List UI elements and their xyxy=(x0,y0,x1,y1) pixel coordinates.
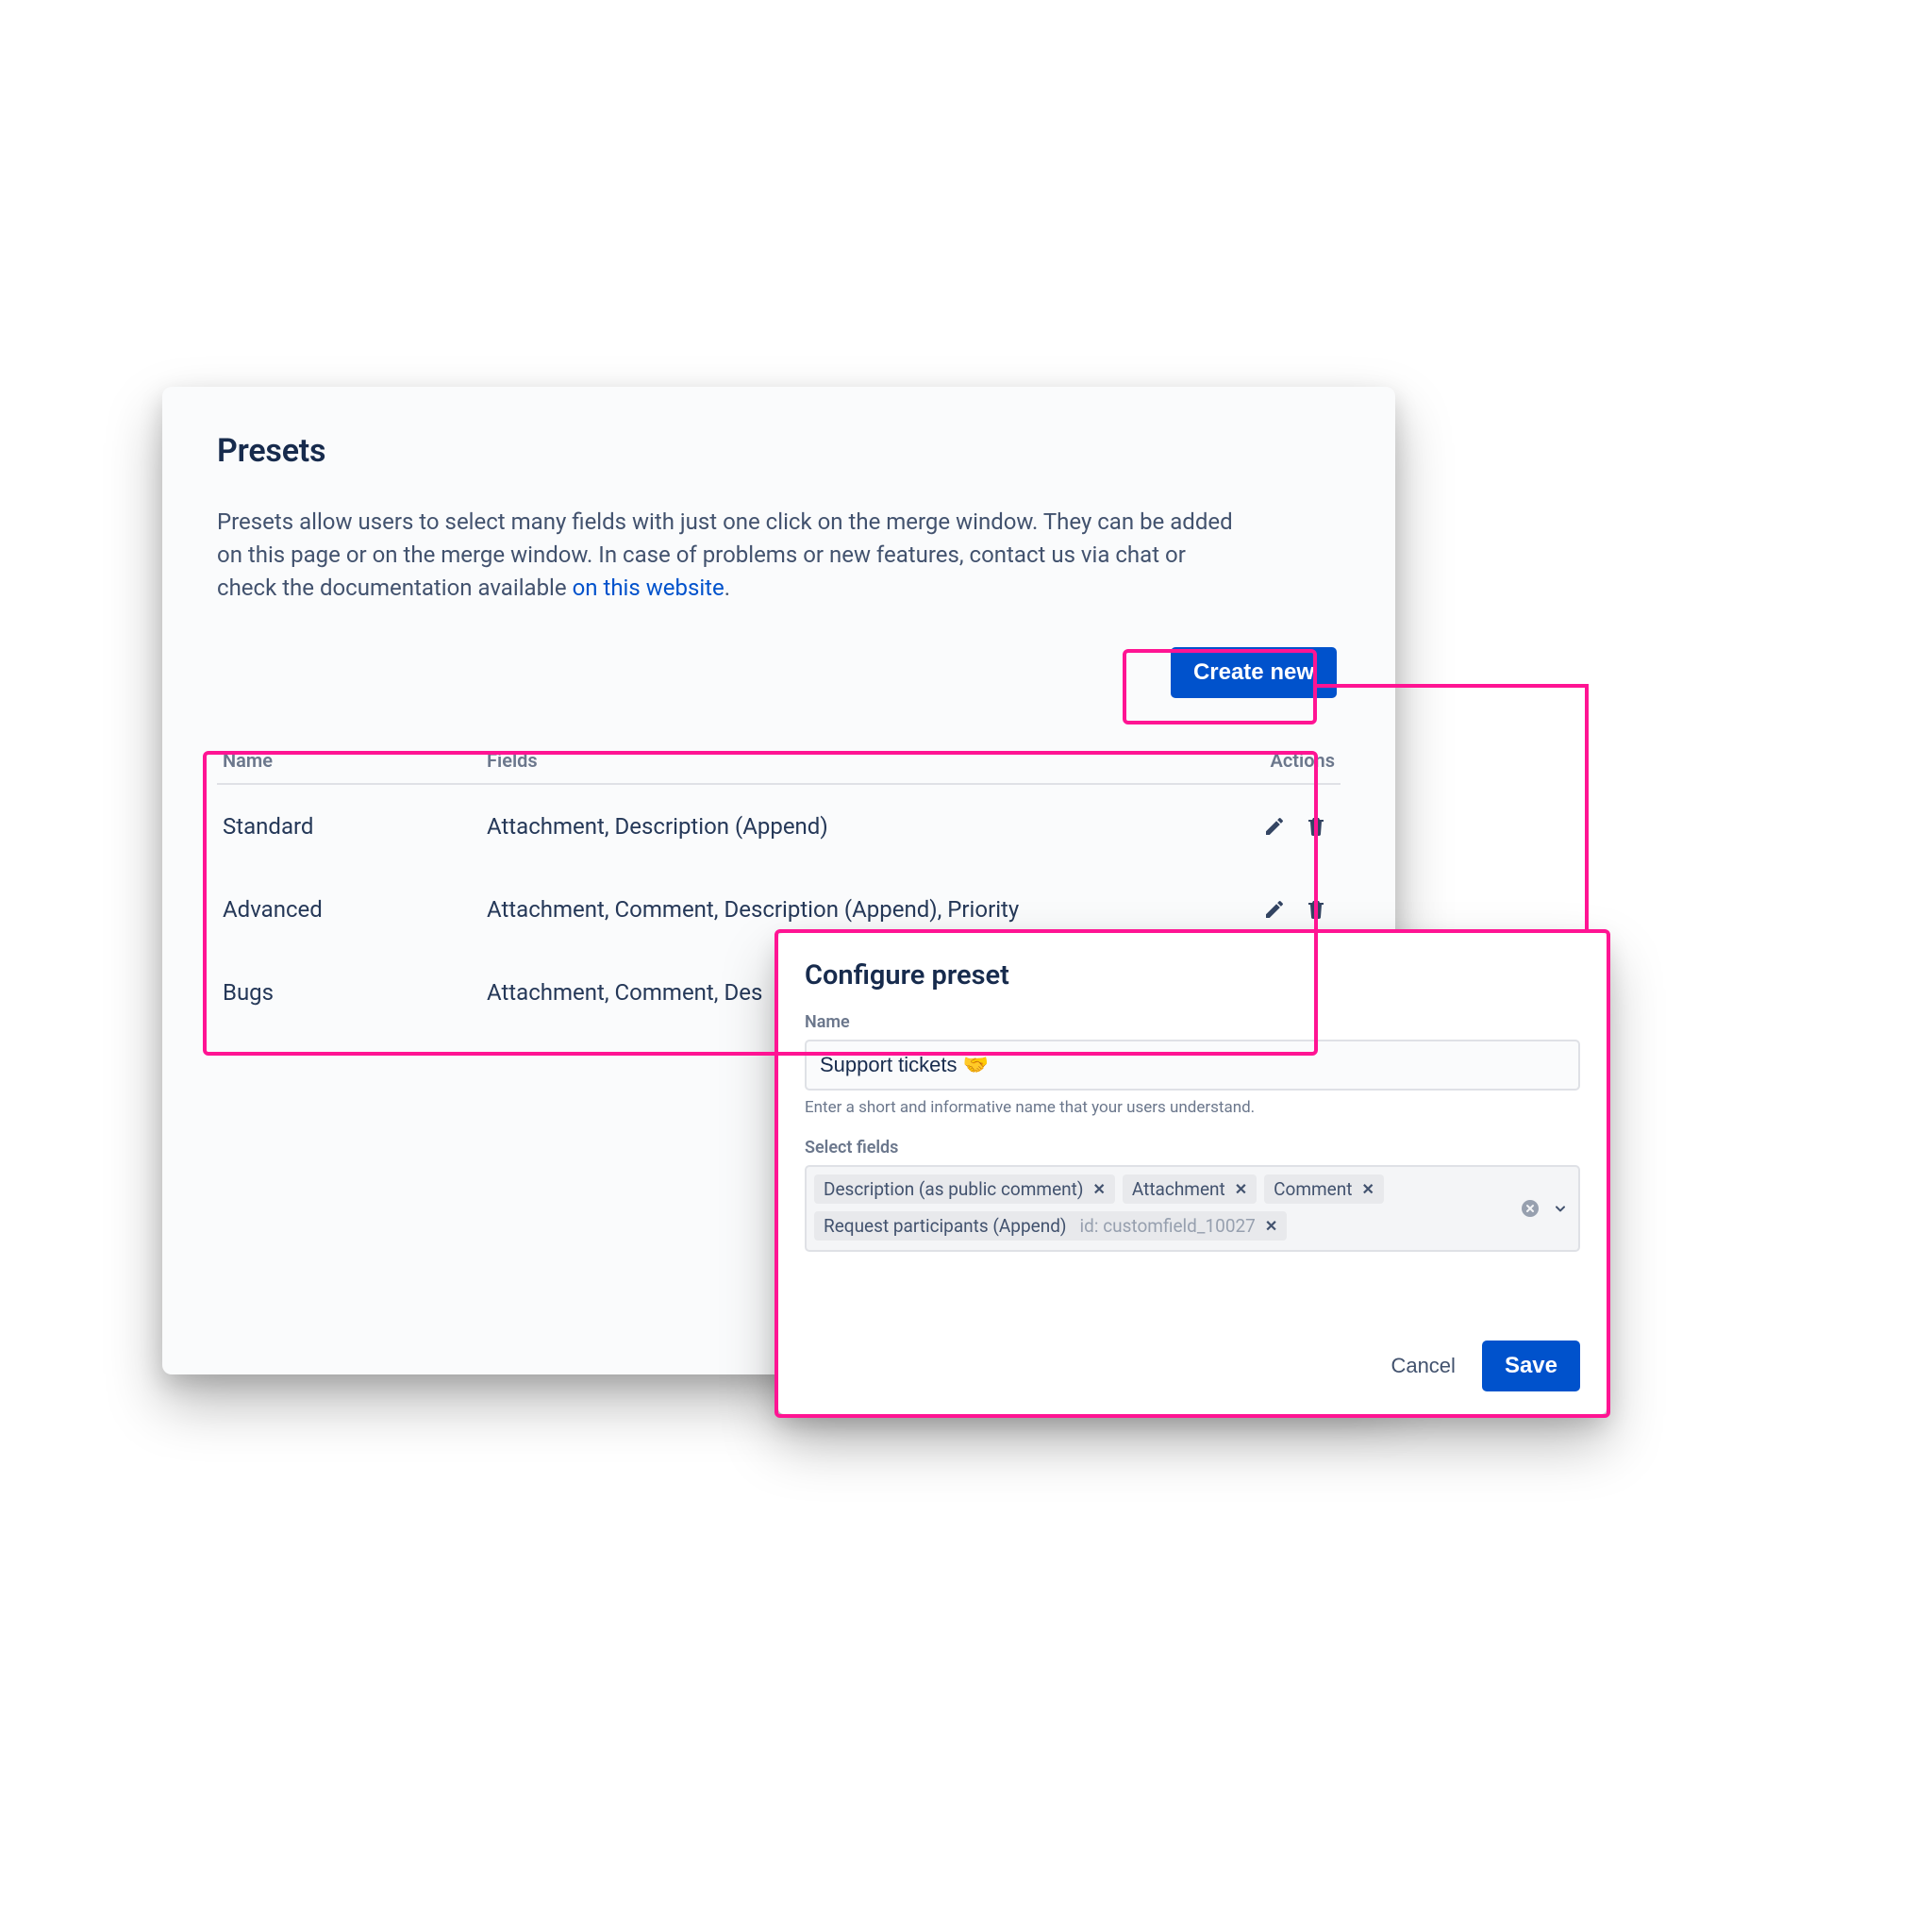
configure-preset-dialog: Configure preset Name Enter a short and … xyxy=(778,933,1607,1414)
chevron-down-icon[interactable] xyxy=(1552,1200,1569,1217)
chip-label: Comment xyxy=(1274,1180,1352,1198)
col-name: Name xyxy=(223,749,487,772)
name-label: Name xyxy=(805,1012,1580,1032)
chip-label: Attachment xyxy=(1132,1180,1225,1198)
presets-description: Presets allow users to select many field… xyxy=(217,506,1245,604)
chip-hint: id: customfield_10027 xyxy=(1080,1217,1256,1235)
dialog-title: Configure preset xyxy=(805,959,1580,991)
select-fields-label: Select fields xyxy=(805,1138,1580,1158)
chip-remove-icon[interactable]: ✕ xyxy=(1361,1182,1374,1197)
table-header: Name Fields Actions xyxy=(217,749,1341,785)
field-chip: Description (as public comment) ✕ xyxy=(814,1174,1115,1204)
cancel-button[interactable]: Cancel xyxy=(1385,1344,1460,1388)
chip-remove-icon[interactable]: ✕ xyxy=(1265,1219,1277,1234)
page-title: Presets xyxy=(217,432,1341,470)
row-actions xyxy=(1193,813,1335,840)
clear-icon[interactable] xyxy=(1520,1198,1541,1219)
select-fields-input[interactable]: Description (as public comment) ✕ Attach… xyxy=(805,1165,1580,1252)
row-actions xyxy=(1193,896,1335,923)
connector-line xyxy=(1585,684,1589,929)
chip-remove-icon[interactable]: ✕ xyxy=(1092,1182,1105,1197)
row-name: Bugs xyxy=(223,979,487,1006)
chip-label: Request participants (Append) xyxy=(824,1217,1067,1235)
preset-name-input[interactable] xyxy=(805,1040,1580,1091)
name-helper: Enter a short and informative name that … xyxy=(805,1098,1580,1117)
doc-link[interactable]: on this website xyxy=(573,575,724,601)
chip-label: Description (as public comment) xyxy=(824,1180,1083,1198)
trash-icon[interactable] xyxy=(1303,813,1329,840)
save-button[interactable]: Save xyxy=(1482,1341,1580,1391)
edit-icon[interactable] xyxy=(1261,896,1288,923)
row-fields: Attachment, Comment, Description (Append… xyxy=(487,896,1193,923)
field-chip: Comment ✕ xyxy=(1264,1174,1384,1204)
desc-text-post: . xyxy=(724,575,730,601)
create-new-button[interactable]: Create new xyxy=(1171,647,1337,698)
trash-icon[interactable] xyxy=(1303,896,1329,923)
col-fields: Fields xyxy=(487,749,1193,772)
row-fields: Attachment, Description (Append) xyxy=(487,813,1193,840)
row-name: Standard xyxy=(223,813,487,840)
edit-icon[interactable] xyxy=(1261,813,1288,840)
table-row: Standard Attachment, Description (Append… xyxy=(217,785,1341,868)
dialog-footer: Cancel Save xyxy=(805,1322,1580,1391)
field-chip: Attachment ✕ xyxy=(1123,1174,1257,1204)
row-name: Advanced xyxy=(223,896,487,923)
chip-remove-icon[interactable]: ✕ xyxy=(1235,1182,1247,1197)
col-actions: Actions xyxy=(1193,749,1335,772)
field-chip: Request participants (Append) id: custom… xyxy=(814,1211,1287,1241)
